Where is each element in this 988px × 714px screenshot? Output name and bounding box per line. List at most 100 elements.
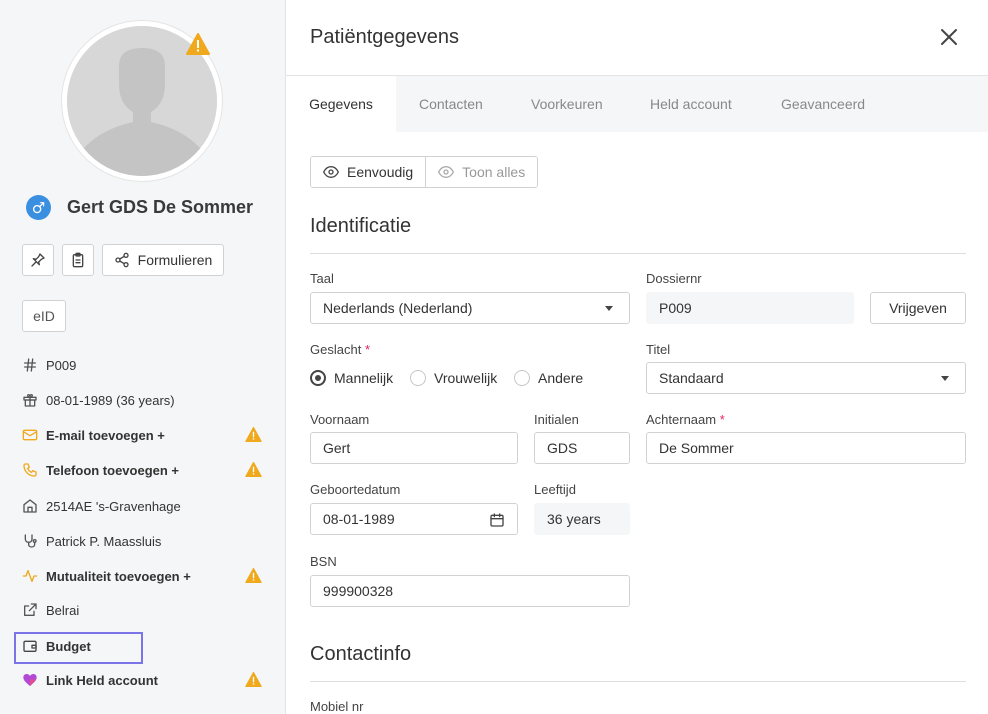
avatar-warning-icon (186, 33, 210, 60)
external-link-icon (22, 602, 38, 618)
eye-icon (438, 165, 455, 179)
achternaam-label: Achternaam * (646, 412, 725, 427)
patient-details-panel: Patiëntgegevens Gegevens Contacten Voork… (286, 0, 988, 714)
calendar-icon[interactable] (489, 512, 505, 531)
section-divider (310, 253, 966, 254)
release-button[interactable]: Vrijgeven (870, 292, 966, 324)
gender-radio-other[interactable]: Andere (514, 370, 583, 386)
sidebar-item-belrai[interactable]: Belrai (22, 599, 262, 621)
pin-icon (31, 253, 45, 267)
geboortedatum-input[interactable]: 08-01-1989 (310, 503, 518, 535)
hash-icon (22, 357, 38, 373)
share-icon (114, 252, 129, 268)
mobiel-label: Mobiel nr (310, 699, 364, 714)
patient-name: Gert GDS De Sommer (67, 197, 254, 217)
voornaam-input[interactable]: Gert (310, 432, 518, 464)
sidebar-item-label: Link Held account (46, 672, 158, 688)
tab-bar: Gegevens Contacten Voorkeuren Held accou… (286, 76, 988, 132)
sidebar-item-doctor: Patrick P. Maassluis (22, 530, 262, 552)
sidebar-item-label: 2514AE 's-Gravenhage (46, 498, 181, 514)
tab-held-account[interactable]: Held account (650, 76, 732, 132)
tab-geavanceerd[interactable]: Geavanceerd (781, 76, 865, 132)
titel-label: Titel (646, 342, 671, 357)
bsn-input[interactable]: 999900328 (310, 575, 630, 607)
sidebar-item-dossier: P009 (22, 354, 262, 376)
section-contactinfo-heading: Contactinfo (310, 643, 412, 665)
gender-radio-female[interactable]: Vrouwelijk (410, 370, 497, 386)
sidebar-item-label: Belrai (46, 602, 80, 618)
dossiernr-field: P009 (646, 292, 854, 324)
view-mode-toggle: Eenvoudig Toon alles (310, 156, 539, 188)
eid-button[interactable]: eID (22, 300, 66, 332)
home-icon (22, 498, 38, 514)
sidebar-item-add-mutualiteit[interactable]: Mutualiteit toevoegen + (22, 565, 262, 587)
forms-button-label: Formulieren (137, 252, 213, 268)
sidebar-item-label: Telefoon toevoegen + (46, 462, 180, 478)
section-divider (310, 681, 966, 682)
chevron-down-icon (605, 306, 613, 311)
titel-value: Standaard (659, 370, 724, 386)
forms-button[interactable]: Formulieren (102, 244, 224, 276)
radio-unselected (514, 370, 530, 386)
sidebar-item-label: P009 (46, 357, 77, 373)
achternaam-input[interactable]: De Sommer (646, 432, 966, 464)
sidebar-item-label: E-mail toevoegen + (46, 427, 165, 443)
wallet-icon (22, 638, 38, 654)
dossiernr-value: P009 (659, 300, 692, 316)
tab-voorkeuren[interactable]: Voorkeuren (531, 76, 603, 132)
tab-contacten[interactable]: Contacten (419, 76, 483, 132)
sidebar-item-address: 2514AE 's-Gravenhage (22, 495, 262, 517)
activity-icon (22, 568, 38, 584)
patient-sidebar: ♂ Gert GDS De Sommer Formulieren eID P00… (0, 0, 286, 714)
gender-radio-male[interactable]: Mannelijk (310, 370, 393, 386)
heart-icon (22, 672, 38, 688)
stethoscope-icon (22, 533, 38, 549)
leeftijd-field: 36 years (534, 503, 630, 535)
sidebar-item-label: Mutualiteit toevoegen + (46, 568, 191, 584)
taal-select[interactable]: Nederlands (Nederland) (310, 292, 630, 324)
sidebar-item-label: Budget (46, 638, 91, 654)
warning-icon (245, 568, 262, 586)
warning-icon (245, 462, 262, 480)
mail-icon (22, 427, 38, 443)
pin-button[interactable] (22, 244, 54, 276)
panel-title: Patiëntgegevens (310, 26, 460, 48)
clipboard-button[interactable] (62, 244, 94, 276)
sidebar-item-label: Patrick P. Maassluis (46, 533, 162, 549)
eye-icon (323, 165, 339, 179)
leeftijd-label: Leeftijd (534, 482, 576, 497)
sidebar-item-add-phone[interactable]: Telefoon toevoegen + (22, 459, 262, 481)
sidebar-item-add-email[interactable]: E-mail toevoegen + (22, 424, 262, 446)
dossiernr-label: Dossiernr (646, 271, 702, 286)
sidebar-item-budget[interactable]: Budget (22, 635, 262, 657)
geboortedatum-label: Geboortedatum (310, 482, 401, 497)
patient-name-row: ♂ Gert GDS De Sommer (26, 195, 253, 220)
voornaam-label: Voornaam (310, 412, 370, 427)
male-gender-icon: ♂ (26, 195, 51, 220)
initialen-input[interactable]: GDS (534, 432, 630, 464)
geslacht-label: Geslacht * (310, 342, 370, 357)
clipboard-icon (72, 252, 84, 268)
sidebar-item-link-held-account[interactable]: Link Held account (22, 669, 262, 691)
phone-icon (22, 462, 38, 478)
sidebar-item-birthdate: 08-01-1989 (36 years) (22, 389, 262, 411)
close-icon[interactable] (938, 26, 960, 48)
section-identificatie-heading: Identificatie (310, 215, 412, 237)
gift-icon (22, 392, 38, 408)
view-all-label: Toon alles (462, 164, 526, 180)
tab-gegevens[interactable]: Gegevens (286, 76, 396, 132)
view-simple-button[interactable]: Eenvoudig (311, 157, 427, 187)
initialen-label: Initialen (534, 412, 579, 427)
radio-unselected (410, 370, 426, 386)
radio-selected (310, 370, 326, 386)
sidebar-item-label: 08-01-1989 (36 years) (46, 392, 175, 408)
view-simple-label: Eenvoudig (347, 164, 414, 180)
bsn-label: BSN (310, 554, 337, 569)
warning-icon (245, 672, 262, 690)
view-all-button[interactable]: Toon alles (426, 157, 538, 187)
taal-label: Taal (310, 271, 334, 286)
warning-icon (245, 427, 262, 445)
chevron-down-icon (941, 376, 949, 381)
titel-select[interactable]: Standaard (646, 362, 966, 394)
taal-value: Nederlands (Nederland) (323, 300, 473, 316)
